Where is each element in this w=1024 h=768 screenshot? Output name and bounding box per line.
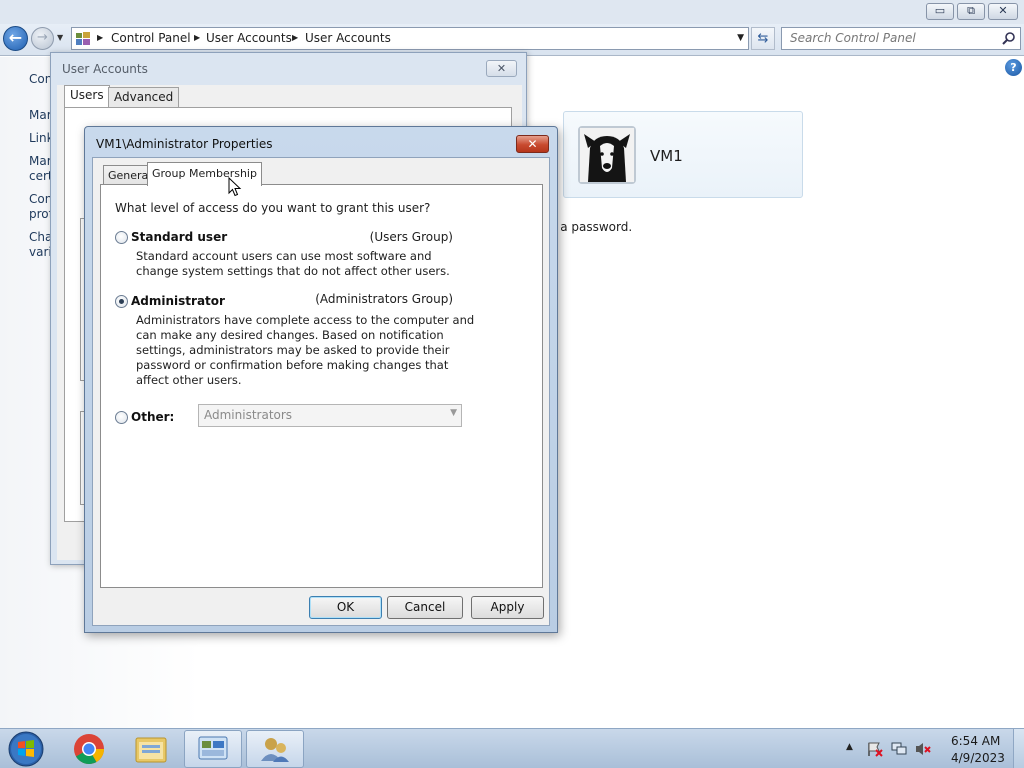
user-account-tile: VM1 bbox=[563, 111, 803, 198]
standard-user-radio[interactable] bbox=[115, 231, 128, 244]
administrator-description: Administrators have complete access to t… bbox=[136, 313, 475, 387]
task-link-fragment[interactable]: Con bbox=[29, 72, 52, 86]
dialog-title: VM1\Administrator Properties bbox=[96, 137, 273, 151]
other-group-value: Administrators bbox=[204, 408, 293, 422]
access-question: What level of access do you want to gran… bbox=[115, 201, 431, 215]
tab-group-membership[interactable]: Group Membership bbox=[147, 162, 262, 186]
other-group-select[interactable]: Administrators ▼ bbox=[198, 404, 462, 427]
restore-button[interactable]: ⧉ bbox=[957, 3, 985, 20]
user-accounts-icon[interactable] bbox=[246, 730, 304, 768]
users-group-label: (Users Group) bbox=[369, 230, 453, 244]
task-link-fragment[interactable]: Mar bbox=[29, 108, 52, 122]
breadcrumb-separator-icon[interactable]: ▶ bbox=[292, 33, 298, 42]
clock-time[interactable]: 6:54 AM bbox=[951, 734, 1000, 748]
mouse-pointer-icon bbox=[228, 177, 242, 197]
administrator-label[interactable]: Administrator bbox=[131, 294, 225, 308]
task-link-fragment[interactable]: Con bbox=[29, 192, 52, 206]
recent-pages-dropdown[interactable]: ▼ bbox=[57, 33, 63, 42]
network-icon[interactable] bbox=[890, 741, 908, 757]
taskbar: ▲ 6:54 AM 4/9/2023 bbox=[0, 728, 1024, 768]
control-panel-icon[interactable] bbox=[184, 730, 242, 768]
chevron-down-icon: ▼ bbox=[450, 408, 457, 418]
user-name: VM1 bbox=[650, 147, 683, 165]
cancel-button[interactable]: Cancel bbox=[387, 596, 463, 619]
control-panel-icon bbox=[76, 32, 90, 45]
breadcrumb-user-accounts[interactable]: User Accounts bbox=[206, 31, 292, 45]
administrators-group-label: (Administrators Group) bbox=[315, 292, 453, 306]
password-status-text[interactable]: e a password. bbox=[549, 220, 632, 234]
minimize-button[interactable]: ▭ bbox=[926, 3, 954, 20]
tab-advanced[interactable]: Advanced bbox=[108, 87, 180, 108]
back-button[interactable]: ← bbox=[3, 26, 28, 51]
other-radio[interactable] bbox=[115, 411, 128, 424]
dialog-close-button[interactable]: ✕ bbox=[486, 60, 517, 77]
search-input[interactable]: Search Control Panel bbox=[781, 27, 1021, 50]
search-placeholder: Search Control Panel bbox=[790, 31, 916, 45]
forward-button[interactable]: → bbox=[31, 27, 54, 50]
refresh-button[interactable]: ⇆ bbox=[751, 27, 775, 50]
search-icon[interactable] bbox=[1001, 31, 1016, 46]
address-dropdown-icon[interactable]: ▼ bbox=[737, 33, 744, 43]
window-close-button[interactable]: ✕ bbox=[988, 3, 1018, 20]
window-title-bar: ▭ ⧉ ✕ bbox=[0, 0, 1024, 24]
tab-users[interactable]: Users bbox=[64, 85, 110, 108]
file-explorer-icon[interactable] bbox=[122, 730, 180, 768]
apply-button[interactable]: Apply bbox=[471, 596, 544, 619]
dialog-title: User Accounts bbox=[62, 62, 148, 76]
user-avatar[interactable] bbox=[578, 126, 636, 184]
dialog-body: General Group Membership What level of a… bbox=[92, 157, 550, 626]
dog-picture-icon bbox=[580, 128, 634, 182]
volume-muted-icon[interactable] bbox=[914, 741, 932, 757]
chrome-icon[interactable] bbox=[60, 730, 118, 768]
standard-user-description: Standard account users can use most soft… bbox=[136, 249, 450, 278]
breadcrumb-control-panel[interactable]: Control Panel bbox=[111, 31, 191, 45]
standard-user-label[interactable]: Standard user bbox=[131, 230, 227, 244]
administrator-properties-dialog: VM1\Administrator Properties ✕ General G… bbox=[84, 126, 558, 633]
breadcrumb-separator-icon[interactable]: ▶ bbox=[194, 33, 200, 42]
ok-button[interactable]: OK bbox=[309, 596, 382, 619]
start-orb[interactable] bbox=[4, 730, 48, 768]
breadcrumb-separator-icon[interactable]: ▶ bbox=[97, 33, 103, 42]
show-hidden-icons-button[interactable]: ▲ bbox=[846, 742, 853, 752]
breadcrumb-user-accounts-current[interactable]: User Accounts bbox=[305, 31, 391, 45]
other-label[interactable]: Other: bbox=[131, 410, 174, 424]
address-bar[interactable]: ▶ Control Panel ▶ User Accounts ▶ User A… bbox=[71, 27, 749, 50]
task-link-fragment[interactable]: Cha bbox=[29, 230, 52, 244]
show-desktop-button[interactable] bbox=[1013, 729, 1024, 768]
administrator-radio[interactable] bbox=[115, 295, 128, 308]
group-membership-panel: What level of access do you want to gran… bbox=[100, 184, 543, 588]
help-icon[interactable]: ? bbox=[1005, 59, 1022, 76]
task-link-fragment[interactable]: Mar bbox=[29, 154, 52, 168]
clock-date[interactable]: 4/9/2023 bbox=[951, 751, 1005, 765]
dialog-close-button[interactable]: ✕ bbox=[516, 135, 549, 153]
action-center-flag-icon[interactable] bbox=[866, 741, 884, 757]
